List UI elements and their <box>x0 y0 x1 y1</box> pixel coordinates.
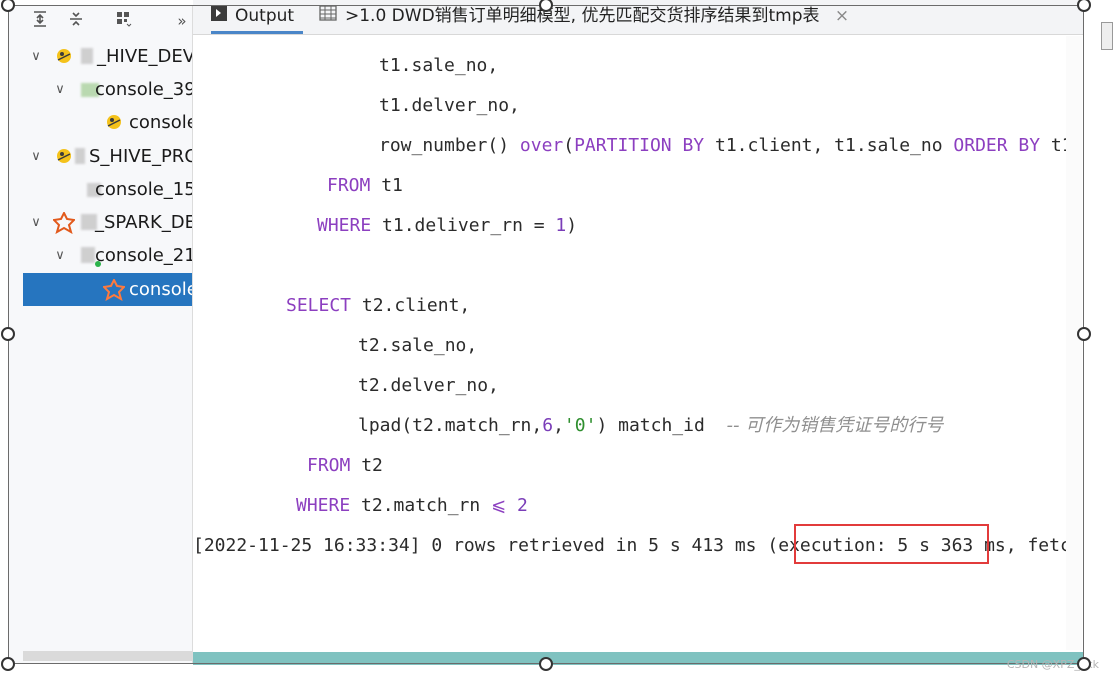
resize-handle[interactable] <box>1 327 15 341</box>
resize-handle[interactable] <box>1077 327 1091 341</box>
resize-handle[interactable] <box>1077 0 1091 12</box>
resize-handle[interactable] <box>1077 657 1091 671</box>
resize-handle[interactable] <box>1 657 15 671</box>
selection-frame <box>8 5 1084 664</box>
execution-time-highlight-box <box>794 524 989 564</box>
resize-handle[interactable] <box>539 657 553 671</box>
edge-scroll-indicator <box>1101 22 1113 50</box>
